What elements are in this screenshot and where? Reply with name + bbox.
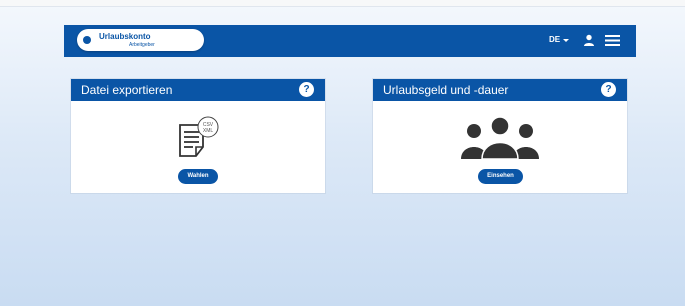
group-icon bbox=[461, 116, 539, 160]
app-logo[interactable]: Urlaubskonto Arbeitgeber bbox=[77, 29, 204, 51]
logo-subtitle: Arbeitgeber bbox=[129, 42, 155, 48]
top-navigation-bar: Urlaubskonto Arbeitgeber DE bbox=[64, 25, 636, 57]
document-export-icon: CSV XML bbox=[179, 116, 219, 157]
xml-label: XML bbox=[203, 128, 214, 134]
vacation-pay-card: Urlaubsgeld und -dauer ? Einsehen bbox=[373, 79, 627, 193]
menu-icon[interactable] bbox=[605, 34, 620, 47]
help-icon[interactable]: ? bbox=[299, 82, 314, 97]
export-card-title: Datei exportieren bbox=[81, 83, 173, 97]
export-card: Datei exportieren ? CSV XML Wahlen bbox=[71, 79, 325, 193]
view-button[interactable]: Einsehen bbox=[478, 169, 523, 184]
vacation-pay-card-title: Urlaubsgeld und -dauer bbox=[383, 83, 509, 97]
page-top-line bbox=[0, 0, 685, 7]
language-label: DE bbox=[549, 35, 561, 44]
export-card-header: Datei exportieren ? bbox=[71, 79, 325, 101]
select-button[interactable]: Wahlen bbox=[178, 169, 218, 184]
help-icon[interactable]: ? bbox=[601, 82, 616, 97]
vacation-pay-card-header: Urlaubsgeld und -dauer ? bbox=[373, 79, 627, 101]
logo-title: Urlaubskonto bbox=[99, 32, 151, 41]
user-icon[interactable] bbox=[584, 34, 594, 47]
logo-dot bbox=[83, 36, 91, 44]
chevron-down-icon bbox=[563, 38, 570, 42]
language-selector[interactable]: DE bbox=[549, 35, 570, 44]
